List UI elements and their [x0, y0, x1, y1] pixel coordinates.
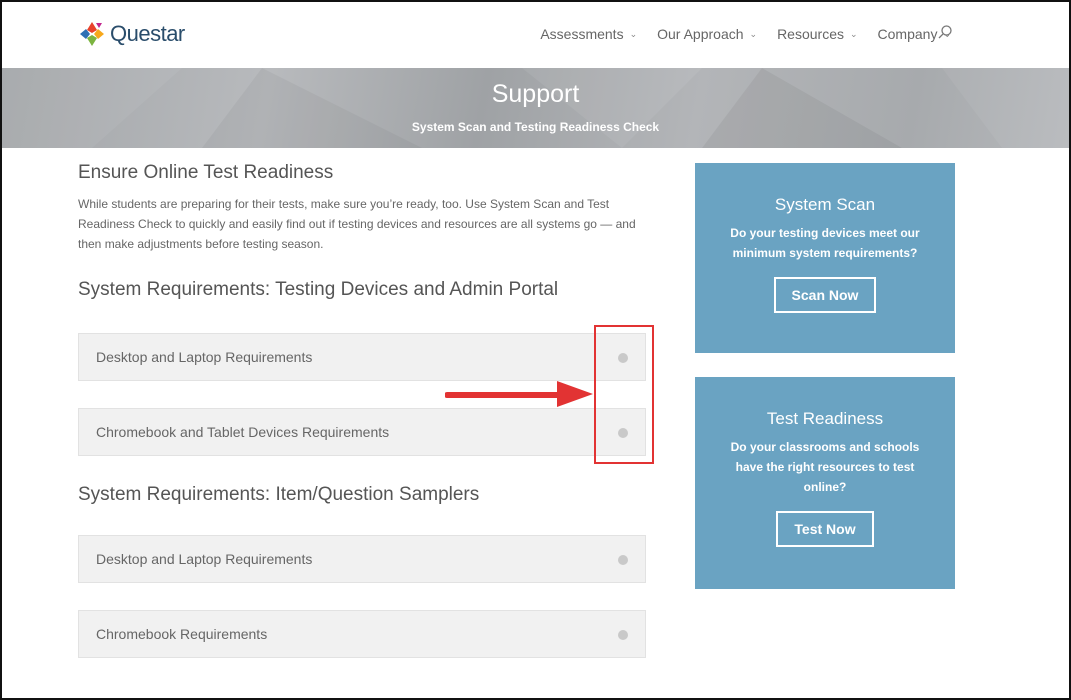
nav-assessments[interactable]: Assessments ⌄ [540, 26, 637, 42]
nav-our-approach-label: Our Approach [657, 26, 744, 42]
test-readiness-card: Test Readiness Do your classrooms and sc… [695, 377, 955, 589]
hero-banner: Support System Scan and Testing Readines… [2, 68, 1069, 148]
chevron-down-icon: ⌄ [749, 28, 758, 39]
browser-frame: Questar Assessments ⌄ Our Approach ⌄ Res… [0, 0, 1071, 700]
accordion-label: Chromebook Requirements [96, 626, 268, 642]
page-title: Support [491, 80, 580, 108]
expand-toggle-icon[interactable] [618, 555, 628, 565]
accordion-chromebook-tablet-requirements[interactable]: Chromebook and Tablet Devices Requiremen… [78, 408, 646, 456]
accordion-label: Chromebook and Tablet Devices Requiremen… [96, 424, 390, 440]
nav-resources[interactable]: Resources ⌄ [777, 26, 857, 42]
nav-assessments-label: Assessments [540, 26, 624, 42]
search-icon[interactable] [937, 24, 953, 40]
intro-paragraph: While students are preparing for their t… [78, 197, 636, 251]
accordion-desktop-laptop-requirements[interactable]: Desktop and Laptop Requirements [78, 333, 646, 381]
test-now-button[interactable]: Test Now [776, 511, 874, 547]
nav-our-approach[interactable]: Our Approach ⌄ [657, 26, 757, 42]
system-scan-card: System Scan Do your testing devices meet… [695, 163, 955, 353]
chevron-down-icon: ⌄ [849, 28, 858, 39]
test-readiness-text: Do your classrooms and schools have the … [730, 440, 920, 494]
scan-now-button[interactable]: Scan Now [773, 277, 877, 313]
chevron-down-icon: ⌄ [629, 28, 638, 39]
accordion-label: Desktop and Laptop Requirements [96, 551, 313, 567]
annotation-highlight-box [594, 325, 654, 464]
nav-resources-label: Resources [777, 26, 844, 42]
test-readiness-title: Test Readiness [766, 409, 884, 428]
section-heading-testing-devices: System Requirements: Testing Devices and… [78, 279, 559, 300]
accordion-label: Desktop and Laptop Requirements [96, 349, 313, 365]
main-nav: Assessments ⌄ Our Approach ⌄ Resources ⌄… [520, 26, 951, 42]
accordion-sampler-desktop-laptop-requirements[interactable]: Desktop and Laptop Requirements [78, 535, 646, 583]
questar-logo-icon [80, 22, 104, 46]
intro-heading: Ensure Online Test Readiness [78, 162, 334, 183]
section-heading-samplers: System Requirements: Item/Question Sampl… [78, 484, 480, 505]
system-scan-title: System Scan [774, 195, 876, 214]
accordion-sampler-chromebook-requirements[interactable]: Chromebook Requirements [78, 610, 646, 658]
page-subtitle: System Scan and Testing Readiness Check [411, 120, 660, 134]
annotation-arrow-icon [445, 381, 593, 407]
questar-logo[interactable]: Questar [78, 20, 185, 48]
site-header: Questar Assessments ⌄ Our Approach ⌄ Res… [2, 2, 1069, 68]
logo-text: Questar [110, 21, 185, 46]
nav-company-label: Company [877, 26, 938, 42]
expand-toggle-icon[interactable] [618, 630, 628, 640]
system-scan-text: Do your testing devices meet our minimum… [730, 226, 920, 260]
